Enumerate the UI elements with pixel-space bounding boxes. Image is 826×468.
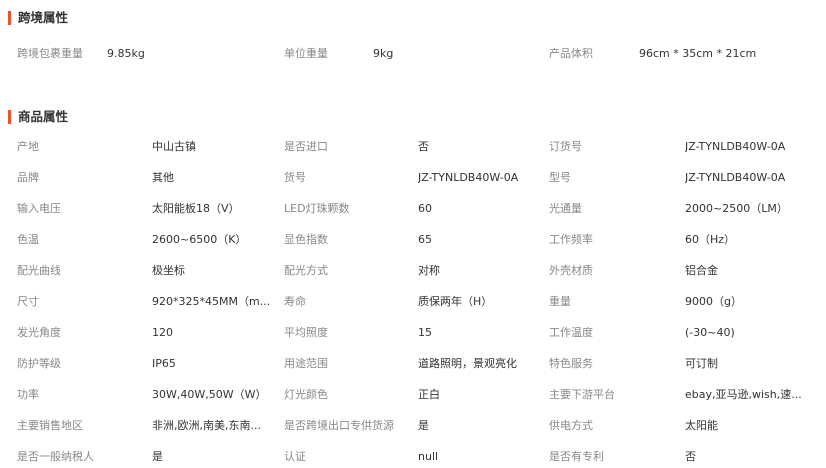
attr-label: 输入电压 — [17, 202, 61, 215]
attr-label: 配光方式 — [284, 264, 328, 277]
attr-value: 可订制 — [685, 357, 718, 370]
attr-label: 型号 — [549, 171, 571, 184]
attr-label: 色温 — [17, 233, 39, 246]
attr-label: 外壳材质 — [549, 264, 593, 277]
section-title-product: 商品属性 — [8, 109, 68, 125]
attr-label: 工作频率 — [549, 233, 593, 246]
attr-value: JZ-TYNLDB40W-0A — [418, 171, 519, 184]
attr-label: 供电方式 — [549, 419, 593, 432]
attr-label: 产地 — [17, 140, 39, 153]
attr-label: 订货号 — [549, 140, 582, 153]
attr-label: 发光角度 — [17, 326, 61, 339]
attr-value-unit-weight: 9kg — [373, 47, 394, 60]
attr-value: 120 — [152, 326, 173, 339]
attr-value: 道路照明，景观亮化 — [418, 357, 517, 370]
section-title-cross-border: 跨境属性 — [8, 10, 68, 26]
attr-label: 品牌 — [17, 171, 39, 184]
attr-label: 光通量 — [549, 202, 582, 215]
attr-label: 灯光颜色 — [284, 388, 328, 401]
attr-value: 中山古镇 — [152, 140, 196, 153]
attr-label: 防护等级 — [17, 357, 61, 370]
attr-label: 尺寸 — [17, 295, 39, 308]
attr-label: LED灯珠颗数 — [284, 202, 350, 215]
attr-value: 否 — [685, 450, 696, 463]
attr-value: 正白 — [418, 388, 440, 401]
attr-value: IP65 — [152, 357, 176, 370]
attr-value: 太阳能 — [685, 419, 718, 432]
attr-value: 是 — [418, 419, 429, 432]
attr-value: 其他 — [152, 171, 174, 184]
attr-value: 非洲,欧洲,南美,东南... — [152, 419, 261, 432]
attr-value: null — [418, 450, 439, 463]
attr-label-volume: 产品体积 — [549, 47, 593, 60]
attr-value: ebay,亚马逊,wish,速... — [685, 388, 802, 401]
attr-value: 太阳能板18（V） — [152, 202, 240, 215]
attr-label: 主要销售地区 — [17, 419, 83, 432]
attr-value-volume: 96cm * 35cm * 21cm — [639, 47, 757, 60]
attr-label: 特色服务 — [549, 357, 593, 370]
attr-label-unit-weight: 单位重量 — [284, 47, 328, 60]
attr-value: 9000（g） — [685, 295, 742, 308]
attr-value: 是 — [152, 450, 163, 463]
attr-value: 65 — [418, 233, 432, 246]
attr-value: (-30~40) — [685, 326, 735, 339]
attr-label: 主要下游平台 — [549, 388, 615, 401]
attr-value: 15 — [418, 326, 432, 339]
attr-value: 对称 — [418, 264, 440, 277]
attr-label: 是否跨境出口专供货源 — [284, 419, 394, 432]
attr-value: 质保两年（H） — [418, 295, 493, 308]
attr-label: 用途范围 — [284, 357, 328, 370]
attr-label: 配光曲线 — [17, 264, 61, 277]
attr-label-package-weight: 跨境包裹重量 — [17, 47, 83, 60]
attr-label: 寿命 — [284, 295, 306, 308]
attr-value: 60 — [418, 202, 432, 215]
attr-label: 重量 — [549, 295, 571, 308]
attr-label: 认证 — [284, 450, 306, 463]
attr-label: 货号 — [284, 171, 306, 184]
attr-label: 功率 — [17, 388, 39, 401]
attr-label: 是否进口 — [284, 140, 328, 153]
attr-value: 2600~6500（K） — [152, 233, 247, 246]
attr-label: 平均照度 — [284, 326, 328, 339]
attr-label: 工作温度 — [549, 326, 593, 339]
attr-label: 显色指数 — [284, 233, 328, 246]
attr-label: 是否一般纳税人 — [17, 450, 94, 463]
attr-value-package-weight: 9.85kg — [107, 47, 145, 60]
attr-label: 是否有专利 — [549, 450, 604, 463]
attr-value: 极坐标 — [152, 264, 185, 277]
attr-value: 否 — [418, 140, 429, 153]
attr-value: 920*325*45MM（m... — [152, 295, 271, 308]
attr-value: 60（Hz） — [685, 233, 736, 246]
attr-value: JZ-TYNLDB40W-0A — [685, 171, 786, 184]
attr-value: JZ-TYNLDB40W-0A — [685, 140, 786, 153]
attr-value: 2000~2500（LM） — [685, 202, 788, 215]
attr-value: 铝合金 — [685, 264, 718, 277]
attr-value: 30W,40W,50W（W） — [152, 388, 267, 401]
